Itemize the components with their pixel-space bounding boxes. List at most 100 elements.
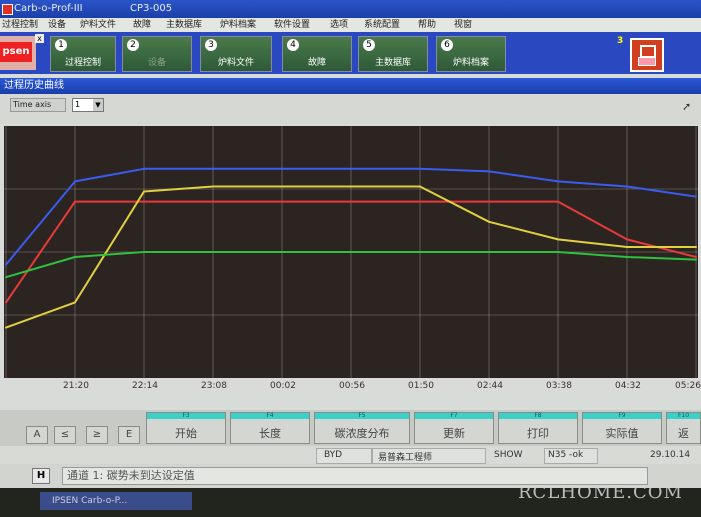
f4-length-button[interactable]: F4 长度 — [230, 412, 310, 444]
menu-equipment[interactable]: 设备 — [48, 18, 66, 32]
menu-charge-archive[interactable]: 炉料档案 — [220, 18, 256, 32]
charge-archive-button[interactable]: 6 炉料档案 — [436, 36, 506, 72]
fkey-code: F10 — [677, 412, 690, 419]
series-point-1-8 — [557, 200, 559, 203]
f9-actual-value-button[interactable]: F9 实际值 — [582, 412, 662, 444]
key-a[interactable]: A — [26, 426, 48, 444]
series-point-3-8 — [557, 251, 559, 253]
button-number: 6 — [441, 39, 453, 51]
mouse-cursor-icon: ➚ — [682, 100, 692, 113]
menu-master-db[interactable]: 主数据库 — [166, 18, 202, 32]
series-point-1-0 — [5, 301, 7, 304]
button-number: 2 — [127, 39, 139, 51]
series-point-0-10 — [695, 195, 697, 198]
ipsen-logo: psen x — [0, 34, 44, 70]
x-tick-label: 03:38 — [546, 381, 572, 391]
key-le[interactable]: ≤ — [54, 426, 76, 444]
key-ge[interactable]: ≥ — [86, 426, 108, 444]
f5-carbon-profile-button[interactable]: F5 碳浓度分布 — [314, 412, 410, 444]
x-tick-label: 21:20 — [63, 381, 89, 391]
f3-start-button[interactable]: F3 开始 — [146, 412, 226, 444]
history-button[interactable]: H — [32, 468, 50, 484]
button-number: 5 — [363, 39, 375, 51]
fkey-code: F3 — [182, 412, 190, 419]
fault-button[interactable]: 4 故障 — [282, 36, 352, 72]
time-axis-select[interactable]: 1 ▼ — [72, 98, 104, 112]
function-key-bar: A ≤ ≥ E F3 开始 F4 长度 F5 碳浓度分布 F7 更新 F8 打印… — [0, 410, 701, 446]
series-point-3-6 — [419, 251, 421, 253]
x-tick-label: 02:44 — [477, 381, 503, 391]
master-db-button[interactable]: 5 主数据库 — [358, 36, 428, 72]
x-tick-label: 01:50 — [408, 381, 434, 391]
charge-file-button[interactable]: 3 炉料文件 — [200, 36, 272, 72]
series-point-1-1 — [74, 200, 76, 203]
watermark: RCLHOME.COM — [518, 482, 683, 503]
series-point-0-3 — [212, 167, 214, 170]
app-icon — [2, 4, 13, 15]
series-point-1-10 — [695, 256, 697, 259]
app-title: Carb-o-Prof-III — [14, 3, 83, 14]
toolbar: psen x 1 过程控制 2 设备 3 炉料文件 4 故障 5 主数据库 6 … — [0, 32, 701, 74]
fkey-code: F4 — [266, 412, 274, 419]
series-point-0-8 — [557, 180, 559, 183]
window-title: 过程历史曲线 — [0, 78, 701, 94]
fkey-label: 长度 — [259, 427, 281, 440]
button-number: 3 — [205, 39, 217, 51]
menu-system-config[interactable]: 系统配置 — [364, 18, 400, 32]
series-point-2-3 — [212, 185, 214, 188]
logo-text: psen — [0, 42, 32, 62]
menu-options[interactable]: 选项 — [330, 18, 348, 32]
f7-update-button[interactable]: F7 更新 — [414, 412, 494, 444]
fkey-label: 碳浓度分布 — [334, 427, 390, 440]
menu-software-settings[interactable]: 软件设置 — [274, 18, 310, 32]
series-point-1-9 — [626, 238, 628, 241]
series-point-3-2 — [143, 251, 145, 253]
menu-charge-file[interactable]: 炉料文件 — [80, 18, 116, 32]
series-point-0-9 — [626, 185, 628, 188]
series-point-0-5 — [350, 167, 352, 170]
time-axis-row: Time axis 1 ▼ ➚ — [0, 94, 701, 124]
fkey-label: 开始 — [175, 427, 197, 440]
series-point-2-10 — [695, 245, 697, 248]
x-tick-label: 22:14 — [132, 381, 158, 391]
menu-window[interactable]: 视窗 — [454, 18, 472, 32]
series-point-0-1 — [74, 180, 76, 183]
date-text: 29.10.14 — [650, 450, 691, 460]
menu-help[interactable]: 帮助 — [418, 18, 436, 32]
chart-svg — [4, 126, 698, 378]
menu-process-control[interactable]: 过程控制 — [2, 18, 38, 32]
series-point-1-5 — [350, 200, 352, 203]
fkey-label: 实际值 — [605, 427, 639, 440]
equipment-button[interactable]: 2 设备 — [122, 36, 192, 72]
series-point-0-2 — [143, 167, 145, 170]
process-control-button[interactable]: 1 过程控制 — [50, 36, 116, 72]
button-label: 炉料文件 — [217, 58, 254, 68]
button-label: 主数据库 — [374, 58, 411, 68]
menu-bar: 过程控制 设备 炉料文件 故障 主数据库 炉料档案 软件设置 选项 系统配置 帮… — [0, 18, 701, 32]
x-tick-label: 00:56 — [339, 381, 365, 391]
chevron-down-icon[interactable]: ▼ — [93, 99, 103, 111]
alarm-count: 3 — [617, 36, 624, 46]
series-point-1-3 — [212, 200, 214, 203]
series-point-3-9 — [626, 256, 628, 259]
taskbar-app-button[interactable]: IPSEN Carb-o-P... — [40, 492, 192, 510]
status-info-row: BYD 易普森工程师 SHOW N35 -ok 29.10.14 — [0, 446, 701, 464]
status-code: N35 -ok — [548, 450, 584, 460]
title-bar: Carb-o-Prof-III CP3-005 — [0, 0, 701, 18]
button-number: 4 — [287, 39, 299, 51]
close-icon[interactable]: x — [35, 34, 44, 43]
series-point-2-9 — [626, 245, 628, 248]
f10-return-button[interactable]: F10 返 — [666, 412, 701, 444]
series-point-3-5 — [350, 251, 352, 253]
x-tick-label: 05:26 — [675, 381, 701, 391]
alarm-button[interactable] — [630, 38, 664, 72]
f8-print-button[interactable]: F8 打印 — [498, 412, 578, 444]
fkey-label: 更新 — [443, 427, 465, 440]
key-e[interactable]: E — [118, 426, 140, 444]
time-axis-label: Time axis — [10, 98, 66, 112]
fkey-label: 返 — [678, 427, 689, 440]
menu-fault[interactable]: 故障 — [133, 18, 151, 32]
series-point-3-3 — [212, 251, 214, 253]
furnace-id: CP3-005 — [130, 3, 173, 14]
alarm-bell-icon — [638, 57, 656, 66]
